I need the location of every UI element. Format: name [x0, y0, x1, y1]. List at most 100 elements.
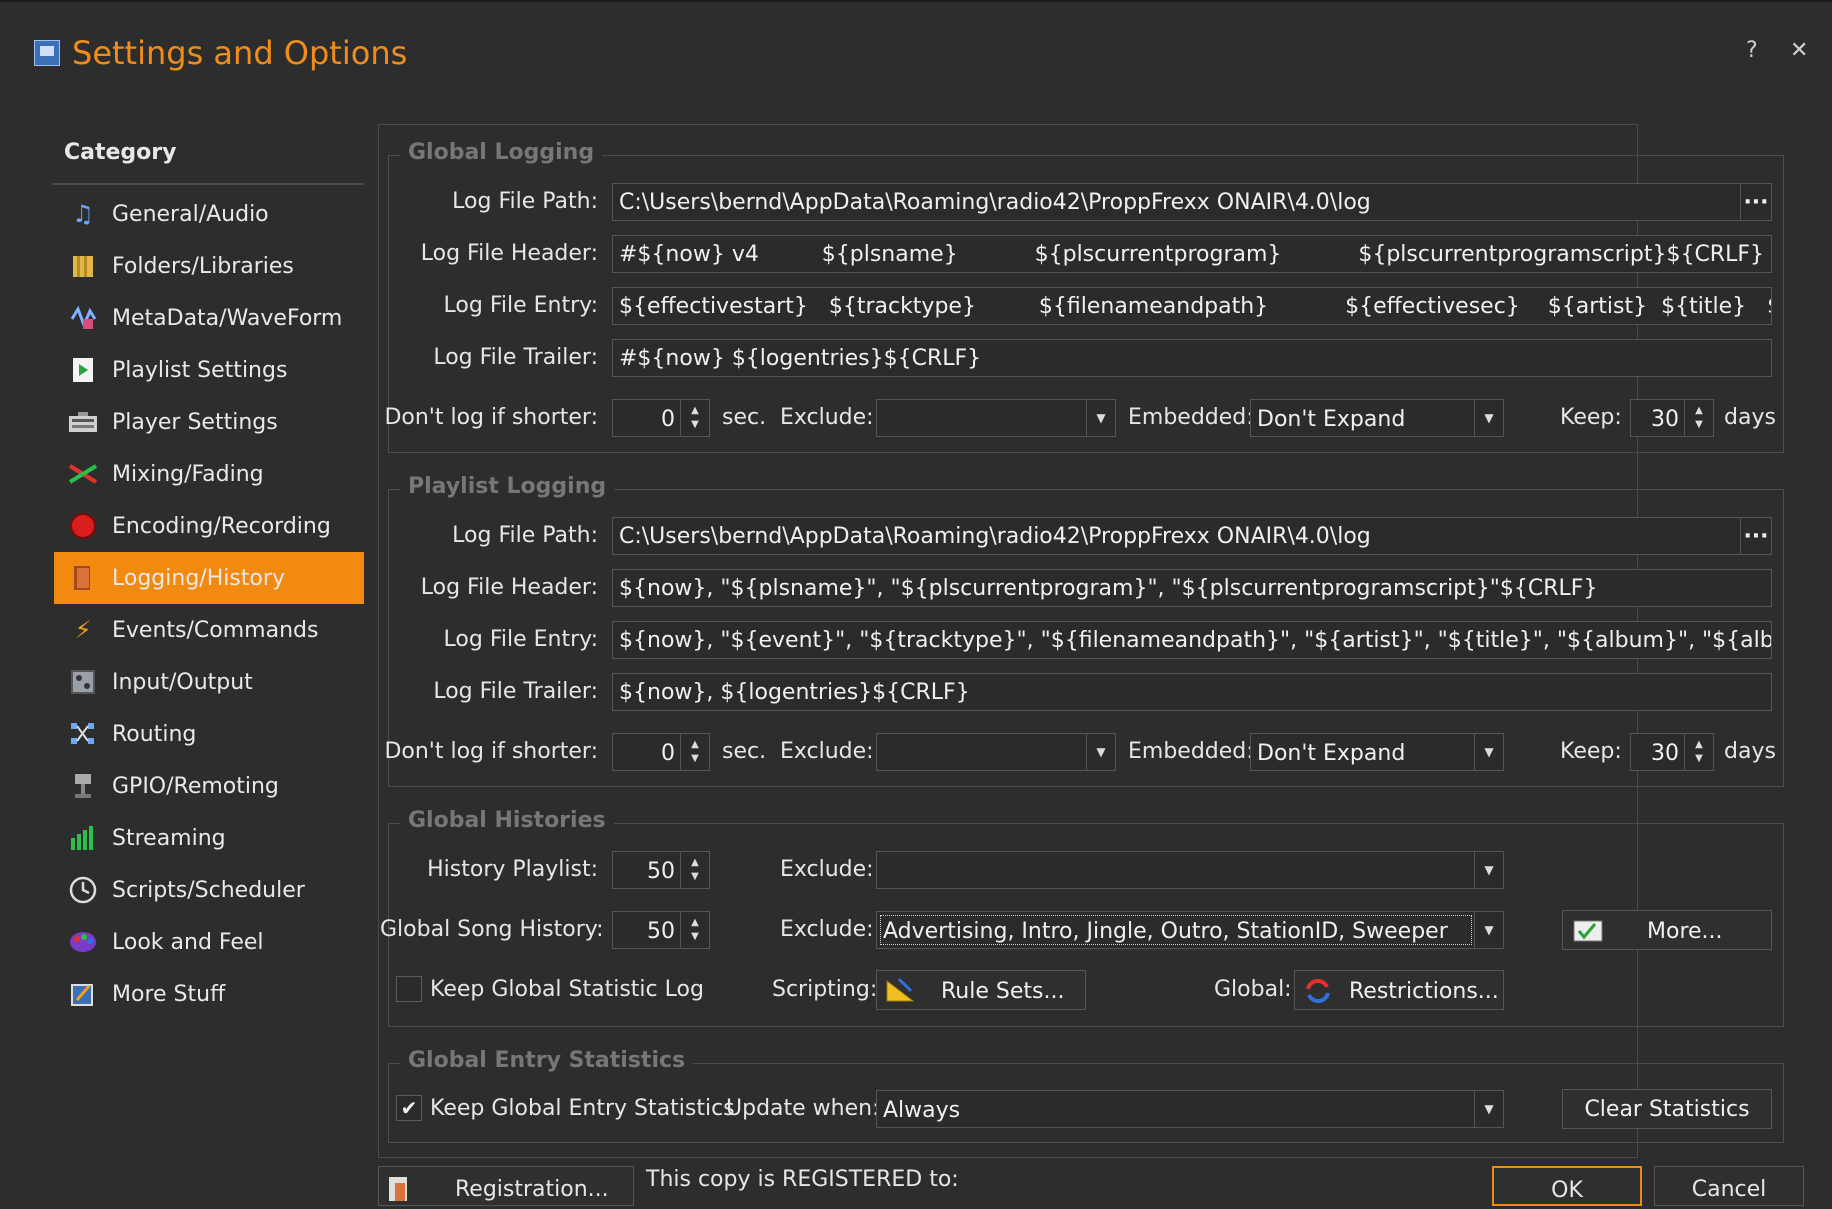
- ok-button[interactable]: OK: [1492, 1166, 1642, 1206]
- global-song-history-stepper[interactable]: 50 ▲ ▼: [612, 911, 710, 949]
- player-icon: [68, 407, 98, 437]
- input-output-icon: [68, 667, 98, 697]
- clock-icon: [68, 875, 98, 905]
- category-title: Category: [64, 140, 177, 165]
- chevron-down-icon[interactable]: ▼: [1086, 734, 1115, 770]
- cancel-button[interactable]: Cancel: [1654, 1166, 1804, 1206]
- sidebar-item-gpio-remoting[interactable]: GPIO/Remoting: [54, 760, 364, 812]
- playlist-log-trailer-value: ${now}, ${logentries}${CRLF}: [619, 679, 970, 705]
- chevron-down-icon[interactable]: ▼: [1474, 400, 1503, 436]
- sidebar-item-label: Routing: [112, 721, 197, 747]
- playlist-min-length-stepper[interactable]: 0 ▲ ▼: [612, 733, 710, 771]
- global-log-path-input[interactable]: C:\Users\bernd\AppData\Roaming\radio42\P…: [612, 183, 1772, 221]
- sidebar-item-label: GPIO/Remoting: [112, 773, 279, 799]
- global-log-trailer-input[interactable]: #${now} ${logentries}${CRLF}: [612, 339, 1772, 377]
- lightning-icon: ⚡: [74, 616, 92, 644]
- keep-global-entry-statistics-checkbox[interactable]: ✔: [396, 1095, 422, 1121]
- global-histories-legend: Global Histories: [400, 808, 614, 833]
- global-log-header-input[interactable]: #${now} v4 ${plsname} ${plscurrentprogra…: [612, 235, 1772, 273]
- select-value: Advertising, Intro, Jingle, Outro, Stati…: [883, 919, 1448, 944]
- sidebar-item-label: Player Settings: [112, 409, 278, 435]
- playlist-log-header-value: ${now}, "${plsname}", "${plscurrentprogr…: [619, 575, 1598, 601]
- restrictions-button[interactable]: Restrictions...: [1294, 970, 1504, 1010]
- history-playlist-stepper[interactable]: 50 ▲ ▼: [612, 851, 710, 889]
- chevron-down-icon[interactable]: ▼: [1474, 734, 1503, 770]
- window-title: Settings and Options: [72, 34, 408, 72]
- sidebar-item-playlist-settings[interactable]: Playlist Settings: [54, 344, 364, 396]
- playlist-log-header-input[interactable]: ${now}, "${plsname}", "${plscurrentprogr…: [612, 569, 1772, 607]
- rule-sets-button[interactable]: Rule Sets...: [876, 970, 1086, 1010]
- history-playlist-exclude-select[interactable]: ▼: [876, 851, 1504, 889]
- sidebar-item-encoding-recording[interactable]: Encoding/Recording: [54, 500, 364, 552]
- log-file-trailer-label: Log File Trailer:: [433, 345, 598, 370]
- keep-global-statistic-log-checkbox[interactable]: [396, 976, 422, 1002]
- sidebar-item-label: Scripts/Scheduler: [112, 877, 305, 903]
- update-when-select[interactable]: Always ▼: [876, 1090, 1504, 1128]
- stepper-arrows-icon[interactable]: ▲ ▼: [680, 400, 709, 436]
- sidebar-item-input-output[interactable]: Input/Output: [54, 656, 364, 708]
- sidebar-item-general-audio[interactable]: ♫ General/Audio: [54, 188, 364, 240]
- stepper-arrows-icon[interactable]: ▲ ▼: [680, 912, 709, 948]
- clear-statistics-button[interactable]: Clear Statistics: [1562, 1089, 1772, 1129]
- stepper-arrows-icon[interactable]: ▲ ▼: [680, 852, 709, 888]
- mixing-icon: [68, 459, 98, 489]
- sidebar-item-streaming[interactable]: Streaming: [54, 812, 364, 864]
- browse-button[interactable]: ···: [1740, 184, 1771, 220]
- close-button[interactable]: ✕: [1790, 38, 1808, 63]
- stepper-arrows-icon[interactable]: ▲ ▼: [1684, 400, 1713, 436]
- refresh-icon: [1303, 977, 1333, 1011]
- registration-label: Registration...: [455, 1177, 609, 1202]
- playlist-log-trailer-input[interactable]: ${now}, ${logentries}${CRLF}: [612, 673, 1772, 711]
- playlist-embedded-select[interactable]: Don't Expand ▼: [1250, 733, 1504, 771]
- sidebar-item-mixing-fading[interactable]: Mixing/Fading: [54, 448, 364, 500]
- song-history-exclude-select[interactable]: Advertising, Intro, Jingle, Outro, Stati…: [876, 911, 1504, 949]
- sidebar-item-metadata-waveform[interactable]: MetaData/WaveForm: [54, 292, 364, 344]
- playlist-exclude-select[interactable]: ▼: [876, 733, 1116, 771]
- chevron-down-icon[interactable]: ▼: [1474, 912, 1503, 948]
- keep-label: Keep:: [1560, 739, 1622, 764]
- category-divider: [52, 183, 364, 185]
- sidebar-item-label: MetaData/WaveForm: [112, 305, 343, 331]
- sidebar-item-scripts-scheduler[interactable]: Scripts/Scheduler: [54, 864, 364, 916]
- playlist-log-entry-input[interactable]: ${now}, "${event}", "${tracktype}", "${f…: [612, 621, 1772, 659]
- stepper-arrows-icon[interactable]: ▲ ▼: [1684, 734, 1713, 770]
- sec-label: sec.: [722, 405, 767, 430]
- sec-label: sec.: [722, 739, 767, 764]
- days-label: days: [1724, 405, 1776, 430]
- global-label: Global:: [1214, 977, 1292, 1002]
- global-exclude-select[interactable]: ▼: [876, 399, 1116, 437]
- help-button[interactable]: ?: [1746, 38, 1758, 63]
- sidebar-item-events-commands[interactable]: ⚡ Events/Commands: [54, 604, 364, 656]
- keep-global-statistic-log-label: Keep Global Statistic Log: [430, 977, 704, 1002]
- global-log-header-value: #${now} v4 ${plsname} ${plscurrentprogra…: [619, 241, 1764, 267]
- registration-button[interactable]: Registration...: [378, 1166, 634, 1206]
- log-file-entry-label: Log File Entry:: [443, 293, 598, 318]
- registered-text: This copy is REGISTERED to:: [646, 1167, 959, 1192]
- sidebar-item-look-and-feel[interactable]: Look and Feel: [54, 916, 364, 968]
- sidebar-item-routing[interactable]: Routing: [54, 708, 364, 760]
- global-log-entry-input[interactable]: ${effectivestart} ${tracktype} ${filenam…: [612, 287, 1772, 325]
- sidebar-item-player-settings[interactable]: Player Settings: [54, 396, 364, 448]
- chevron-down-icon[interactable]: ▼: [1474, 852, 1503, 888]
- select-value: Always: [883, 1098, 961, 1123]
- log-file-path-label: Log File Path:: [452, 189, 598, 214]
- global-keep-days-stepper[interactable]: 30 ▲ ▼: [1630, 399, 1714, 437]
- browse-button[interactable]: ···: [1740, 518, 1771, 554]
- scripting-label: Scripting:: [772, 977, 878, 1002]
- stepper-arrows-icon[interactable]: ▲ ▼: [680, 734, 709, 770]
- gpio-icon: [68, 771, 98, 801]
- playlist-log-path-input[interactable]: C:\Users\bernd\AppData\Roaming\radio42\P…: [612, 517, 1772, 555]
- sidebar-item-more-stuff[interactable]: More Stuff: [54, 968, 364, 1020]
- chevron-down-icon[interactable]: ▼: [1086, 400, 1115, 436]
- sidebar-item-folders-libraries[interactable]: Folders/Libraries: [54, 240, 364, 292]
- chevron-down-icon[interactable]: ▼: [1474, 1091, 1503, 1127]
- sidebar-item-logging-history[interactable]: Logging/History: [54, 552, 364, 604]
- playlist-keep-days-stepper[interactable]: 30 ▲ ▼: [1630, 733, 1714, 771]
- global-song-history-label: Global Song History:: [380, 917, 604, 942]
- history-playlist-label: History Playlist:: [427, 857, 598, 882]
- global-embedded-select[interactable]: Don't Expand ▼: [1250, 399, 1504, 437]
- more-button[interactable]: More...: [1562, 910, 1772, 950]
- update-when-label: Update when:: [726, 1096, 880, 1121]
- sidebar-item-label: Logging/History: [112, 565, 285, 591]
- global-min-length-stepper[interactable]: 0 ▲ ▼: [612, 399, 710, 437]
